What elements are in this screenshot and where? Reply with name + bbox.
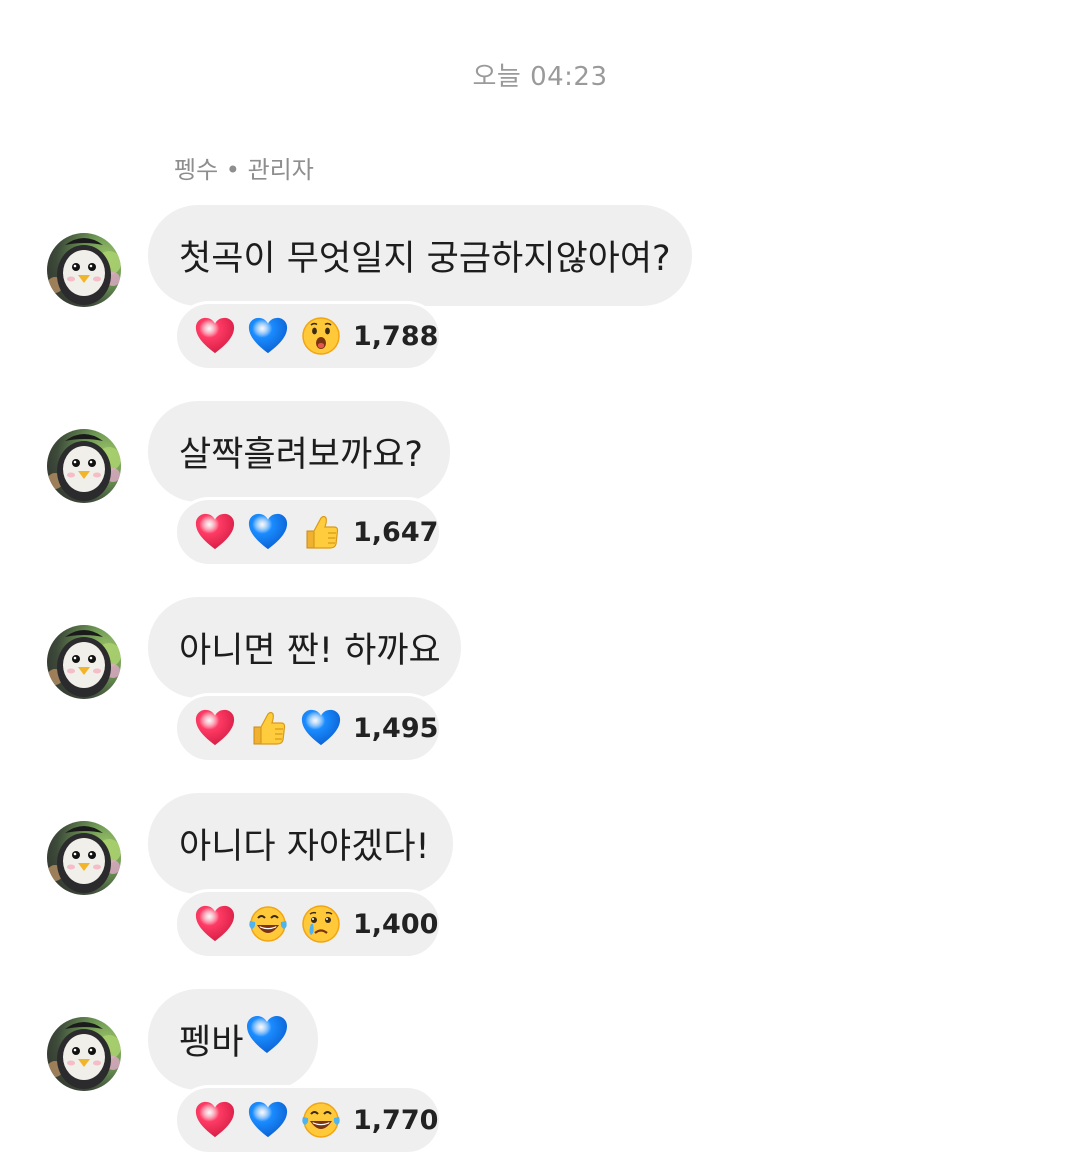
reaction-count: 1,770 — [353, 1104, 439, 1136]
crying-face-icon — [299, 902, 343, 946]
message-text: 아니면 짠! 하까요 — [179, 631, 441, 671]
reaction-bar[interactable]: 1,788 — [174, 301, 442, 371]
laughing-tears-icon — [299, 1098, 343, 1142]
laughing-tears-icon — [246, 902, 290, 946]
message-text: 살짝흘려보까요? — [179, 435, 423, 475]
avatar[interactable] — [47, 429, 121, 503]
chat-screen: 오늘 04:23 펭수 • 관리자 첫곡이 무엇일지 궁금하지않아여? 1,78… — [0, 0, 1080, 1170]
message-text: 첫곡이 무엇일지 궁금하지않아여? — [179, 239, 671, 279]
reaction-bar[interactable]: 1,400 — [174, 889, 442, 959]
red-heart-icon — [193, 1098, 237, 1142]
reaction-count: 1,788 — [353, 320, 439, 352]
blue-heart-icon — [246, 510, 290, 554]
blue-heart-icon — [246, 314, 290, 358]
message-bubble[interactable]: 첫곡이 무엇일지 궁금하지않아여? — [148, 205, 692, 306]
message-bubble[interactable]: 아니면 짠! 하까요 — [148, 597, 461, 698]
message-row: 살짝흘려보까요? 1,647 — [0, 401, 1080, 571]
reaction-count: 1,400 — [353, 908, 439, 940]
date-timestamp: 오늘 04:23 — [472, 62, 608, 92]
avatar[interactable] — [47, 233, 121, 307]
reaction-bar[interactable]: 1,770 — [174, 1085, 442, 1155]
red-heart-icon — [193, 510, 237, 554]
reaction-bar[interactable]: 1,495 — [174, 693, 442, 763]
message-row: 아니면 짠! 하까요 1,495 — [0, 597, 1080, 767]
surprised-face-icon — [299, 314, 343, 358]
message-row: 첫곡이 무엇일지 궁금하지않아여? 1,788 — [0, 205, 1080, 375]
thumbs-up-icon — [299, 510, 343, 554]
blue-heart-icon — [246, 1098, 290, 1142]
red-heart-icon — [193, 314, 237, 358]
avatar[interactable] — [47, 625, 121, 699]
message-row: 펭바 1,770 — [0, 989, 1080, 1159]
blue-heart-icon — [245, 1013, 289, 1066]
reaction-count: 1,495 — [353, 712, 439, 744]
avatar[interactable] — [47, 821, 121, 895]
message-bubble[interactable]: 살짝흘려보까요? — [148, 401, 450, 502]
red-heart-icon — [193, 902, 237, 946]
message-text: 펭바 — [179, 1023, 244, 1063]
message-row: 아니다 자야겠다! 1,400 — [0, 793, 1080, 963]
reaction-bar[interactable]: 1,647 — [174, 497, 442, 567]
thumbs-up-icon — [246, 706, 290, 750]
red-heart-icon — [193, 706, 237, 750]
blue-heart-icon — [299, 706, 343, 750]
avatar[interactable] — [47, 1017, 121, 1091]
reaction-count: 1,647 — [353, 516, 439, 548]
message-bubble[interactable]: 펭바 — [148, 989, 318, 1090]
message-bubble[interactable]: 아니다 자야겠다! — [148, 793, 453, 894]
sender-label[interactable]: 펭수 • 관리자 — [174, 150, 314, 185]
message-text: 아니다 자야겠다! — [179, 827, 430, 867]
